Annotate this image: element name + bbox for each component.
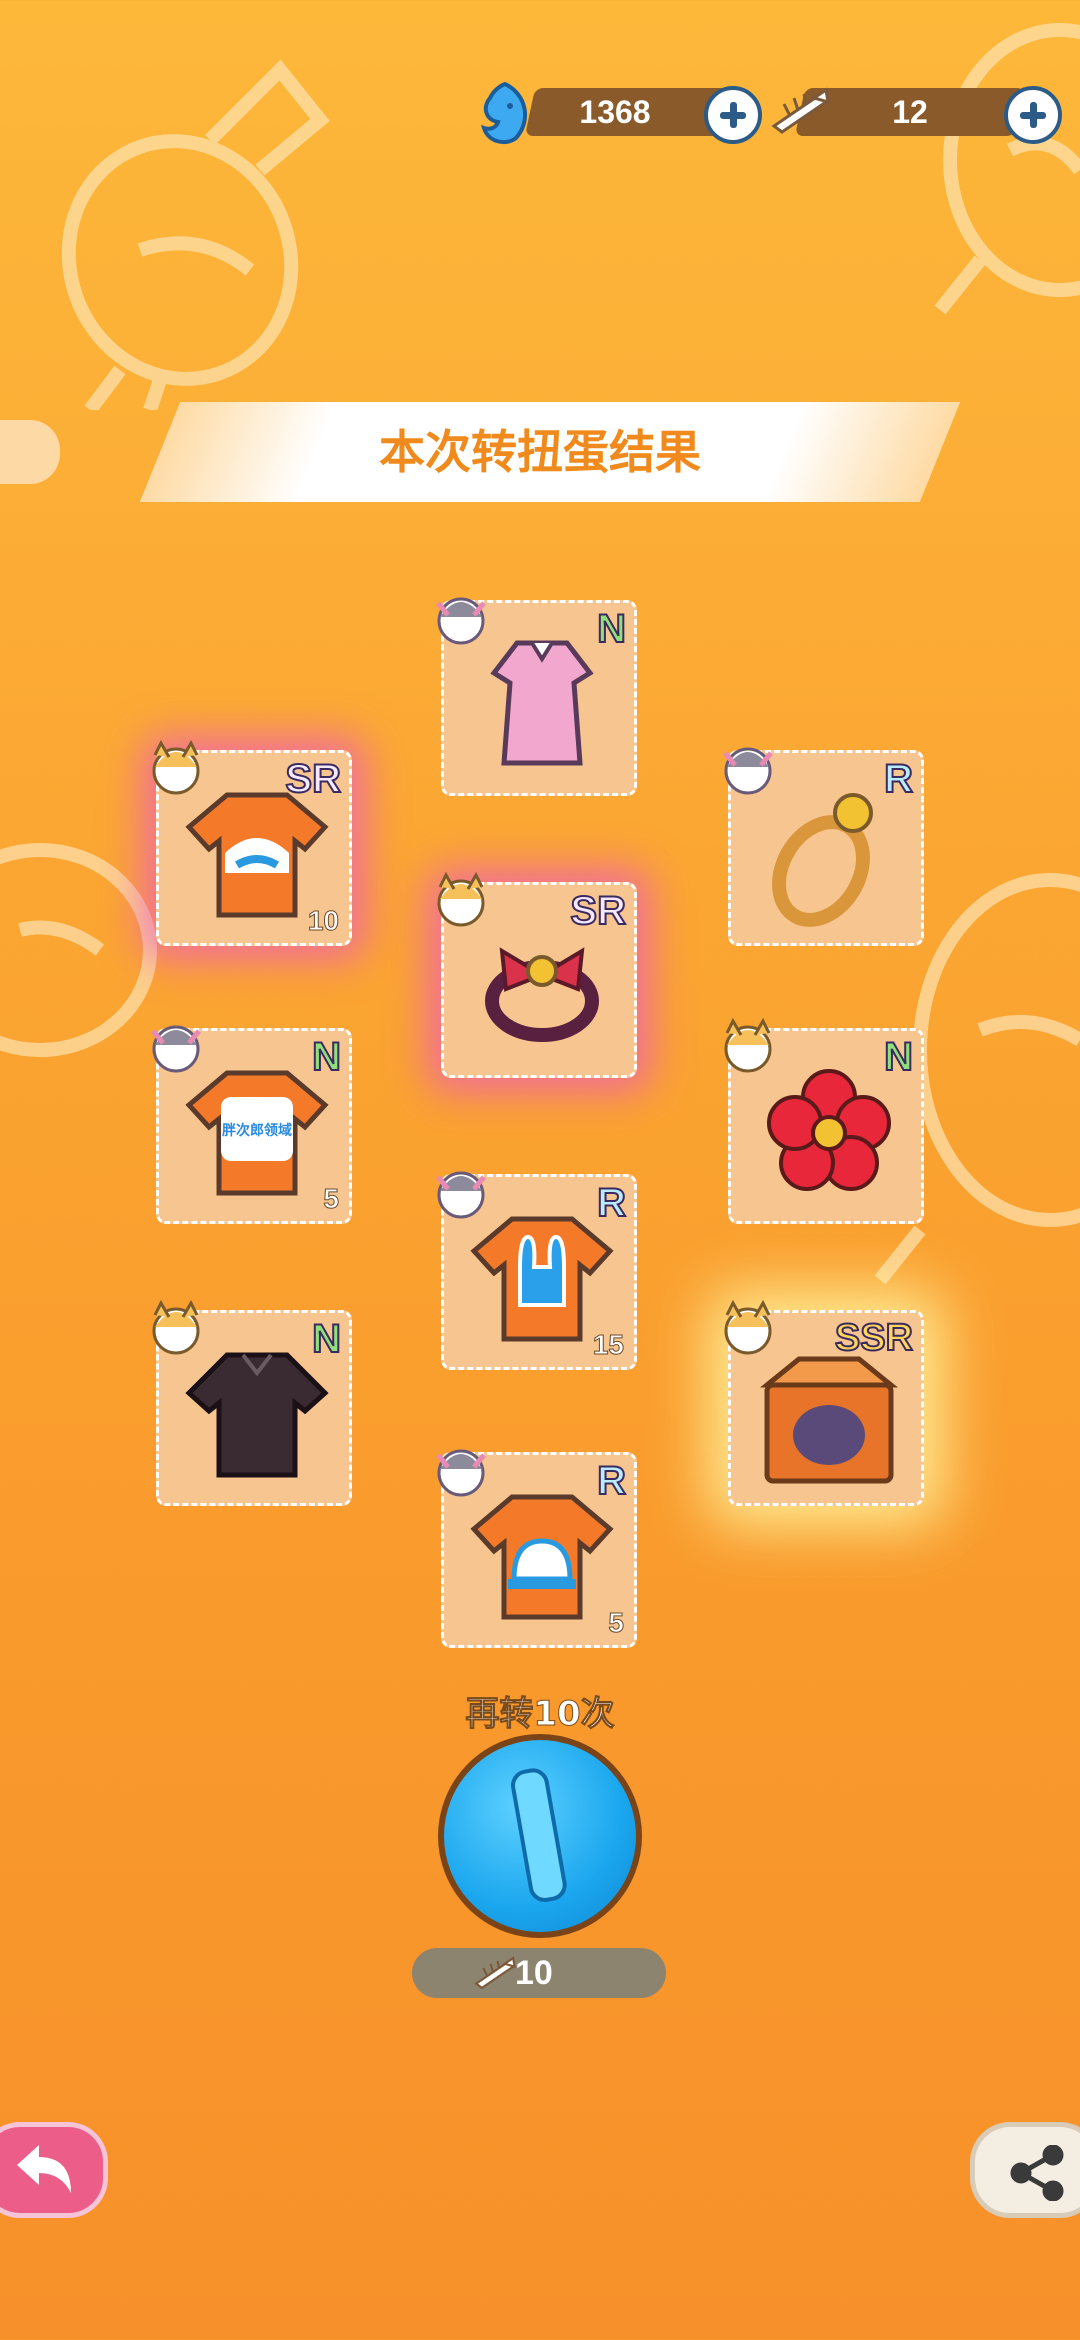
fish-decoration-icon (934, 23, 1080, 315)
share-icon (1010, 2145, 1064, 2201)
rarity-label: SSR (834, 1316, 914, 1360)
add-gems-button[interactable] (704, 86, 762, 144)
result-title: 本次转扭蛋结果 (379, 425, 701, 479)
item-count: 5 (323, 1183, 340, 1215)
gems-value: 1368 (579, 94, 651, 130)
rarity-label: R (596, 1458, 627, 1504)
result-card[interactable]: N (152, 1299, 352, 1506)
fishbone-ticket-icon (771, 87, 830, 134)
item-count: 5 (608, 1607, 625, 1639)
rarity-label: R (596, 1180, 627, 1226)
rarity-label: SR (569, 888, 627, 934)
gacha-lever-icon (511, 1768, 567, 1902)
item-count: 10 (307, 905, 339, 937)
rarity-label: N (883, 1034, 914, 1080)
rarity-label: N (311, 1316, 342, 1362)
rarity-label: N (596, 606, 627, 652)
spin-cost-value: 10 (515, 1954, 553, 1992)
rarity-label: N (311, 1034, 342, 1080)
result-card[interactable]: N (724, 1017, 924, 1224)
rarity-label: R (883, 756, 914, 802)
fishbone-ticket-icon (474, 1956, 516, 1990)
result-card[interactable]: SR 10 (152, 739, 352, 946)
rarity-label: SR (284, 756, 342, 802)
result-card[interactable]: SSR (724, 1299, 924, 1506)
tickets-value: 12 (892, 94, 928, 130)
result-card[interactable]: R 5 (436, 1449, 637, 1648)
result-card[interactable]: SR (437, 871, 637, 1078)
add-tickets-button[interactable] (1004, 86, 1062, 144)
result-card[interactable]: R (723, 747, 924, 946)
share-button[interactable] (970, 2122, 1080, 2218)
shirt-print-text: 胖次郎领域 (222, 1122, 292, 1139)
result-card[interactable]: N (436, 597, 637, 796)
spin-again-button[interactable] (438, 1734, 642, 1938)
result-card[interactable]: R 15 (436, 1171, 637, 1370)
back-arrow-icon (17, 2145, 71, 2193)
result-card[interactable]: 胖次郎领域 N 5 (151, 1025, 352, 1224)
spin-again-label: 再转10次 (465, 1694, 615, 1735)
fish-decoration-icon (61, 59, 330, 410)
item-count: 15 (592, 1329, 624, 1361)
back-button[interactable] (0, 2122, 108, 2218)
blue-fish-gem-icon (481, 81, 527, 145)
